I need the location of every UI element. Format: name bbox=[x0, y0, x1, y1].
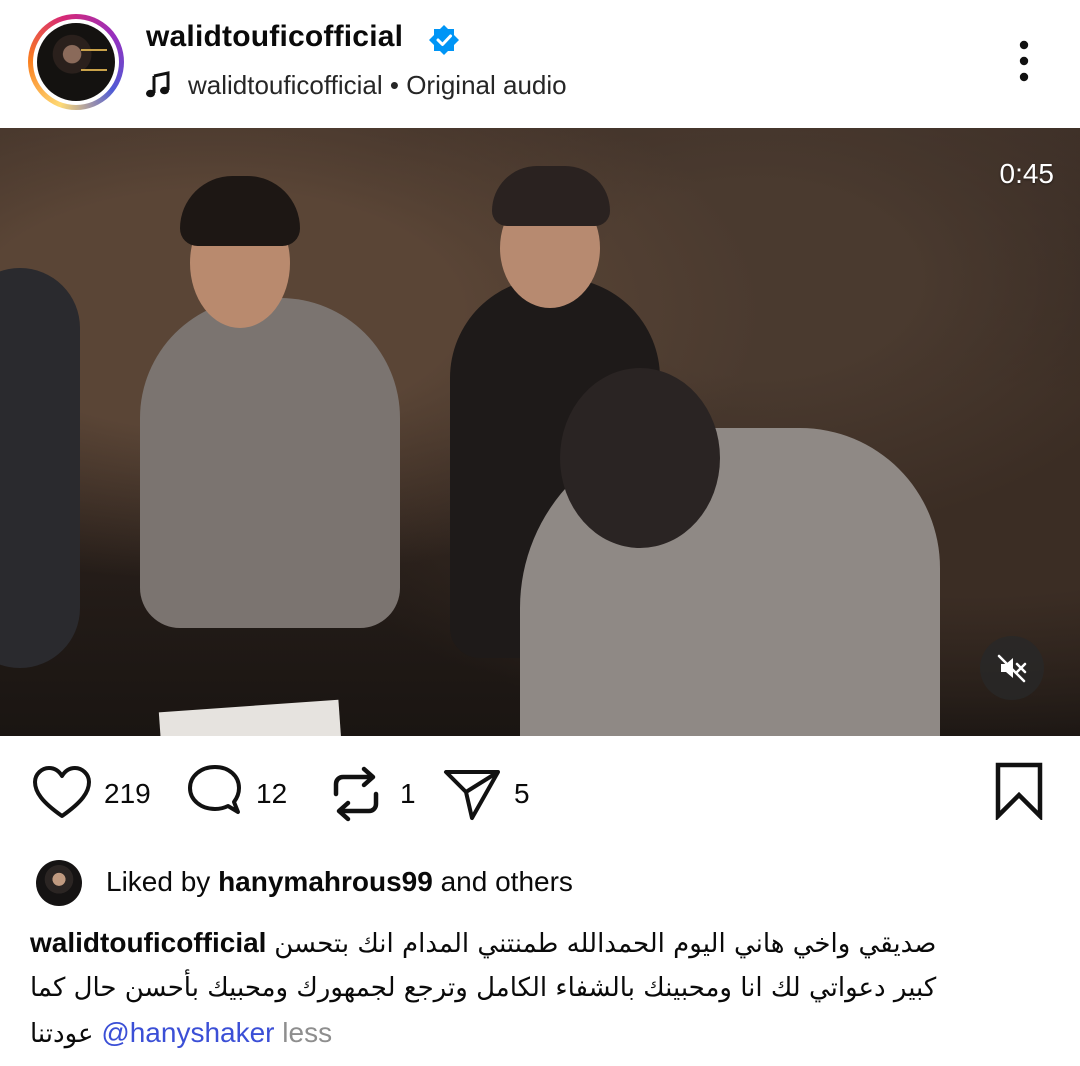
caption-username[interactable]: walidtouficofficial bbox=[30, 927, 266, 958]
profile-avatar[interactable] bbox=[28, 14, 124, 110]
liked-by[interactable]: Liked by hanymahrous99 and others bbox=[36, 856, 1036, 912]
mute-icon bbox=[997, 654, 1027, 683]
comment-count: 12 bbox=[256, 778, 288, 809]
liker-avatar bbox=[36, 860, 82, 906]
video-duration: 0:45 bbox=[999, 158, 1055, 189]
verified-badge-icon bbox=[429, 25, 459, 55]
mention-link[interactable]: @hanyshaker bbox=[101, 1017, 274, 1048]
video-player[interactable]: 0:45 bbox=[0, 128, 1080, 736]
mute-button[interactable] bbox=[980, 636, 1044, 700]
repost-icon bbox=[333, 766, 379, 822]
liker-username[interactable]: hanymahrous99 bbox=[218, 866, 433, 897]
share-icon bbox=[444, 770, 500, 820]
caption-text: عودتنا bbox=[30, 1019, 94, 1049]
audio-label: Original audio bbox=[406, 70, 567, 100]
post-header: walidtouficofficial walidtouficofficial … bbox=[0, 0, 1080, 128]
heart-icon bbox=[33, 766, 91, 818]
avatar-image bbox=[37, 23, 115, 101]
less-link[interactable]: less bbox=[282, 1017, 332, 1048]
audio-owner: walidtouficofficial bbox=[188, 70, 383, 100]
audio-separator: • bbox=[382, 70, 407, 100]
repost-count: 1 bbox=[400, 778, 416, 809]
person-figure bbox=[140, 298, 400, 628]
post-actions: 219 12 1 5 bbox=[0, 736, 1080, 856]
share-count: 5 bbox=[514, 778, 530, 809]
like-count: 219 bbox=[104, 778, 151, 809]
bookmark-icon[interactable] bbox=[994, 762, 1044, 820]
more-options-icon[interactable] bbox=[1006, 38, 1042, 84]
comment-icon bbox=[188, 765, 241, 814]
person-figure bbox=[0, 268, 80, 668]
music-icon bbox=[146, 71, 170, 98]
post-username[interactable]: walidtouficofficial bbox=[146, 20, 403, 54]
caption-text: صديقي واخي هاني اليوم الحمدالله طمنتني ا… bbox=[274, 929, 937, 959]
caption-text: كبير دعواتي لك انا ومحبينك بالشفاء الكام… bbox=[30, 973, 937, 1003]
